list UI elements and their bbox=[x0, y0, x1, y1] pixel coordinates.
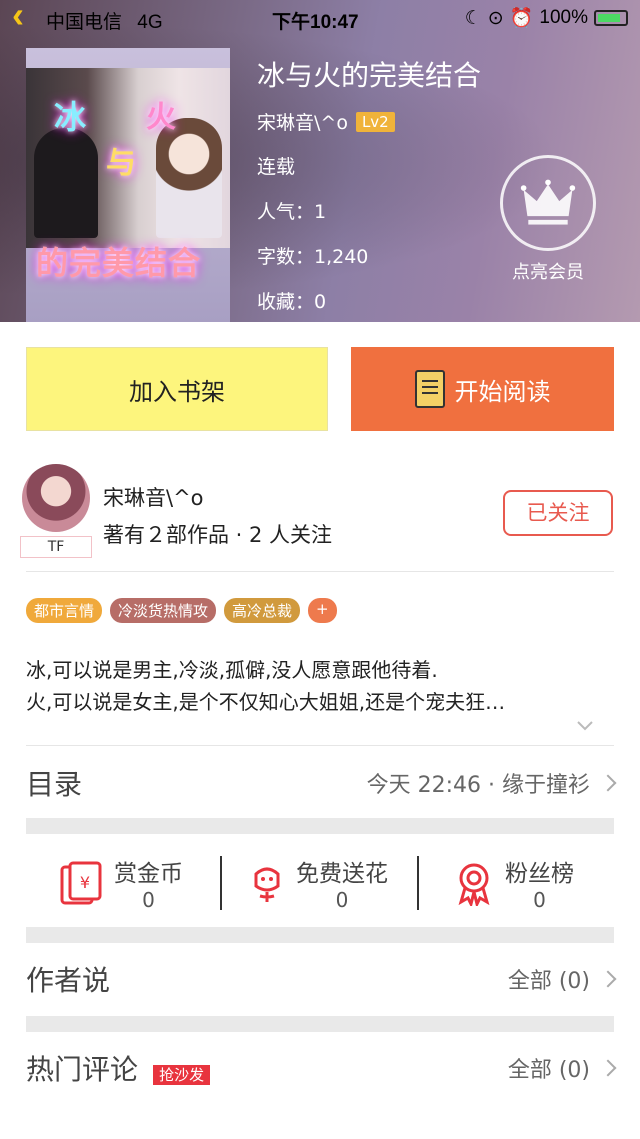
separator bbox=[220, 856, 222, 910]
book-title: 冰与火的完美结合 bbox=[257, 59, 482, 92]
reward-count: 0 bbox=[335, 888, 349, 912]
battery-percent: 100% bbox=[539, 7, 588, 28]
reward-coins[interactable]: ¥ 赏金币 0 bbox=[56, 838, 226, 928]
moon-icon: ☾ bbox=[464, 7, 482, 29]
divider bbox=[26, 571, 614, 572]
serial-status: 连载 bbox=[257, 156, 296, 178]
book-author[interactable]: 宋琳音\^o Lv2 bbox=[257, 108, 395, 135]
flower-icon bbox=[254, 867, 280, 902]
reward-label: 赏金币 bbox=[114, 861, 183, 887]
more-tags-button[interactable]: + bbox=[308, 598, 337, 623]
clock: 下午10:47 bbox=[272, 12, 359, 33]
avatar-badge: TF bbox=[20, 536, 92, 558]
section-separator bbox=[26, 818, 614, 834]
lock-rotation-icon: ⊙ bbox=[487, 7, 504, 29]
reward-label: 粉丝榜 bbox=[505, 861, 574, 887]
author-card[interactable]: TF 宋琳音\^o 著有２部作品 · 2 人关注 已关注 bbox=[0, 462, 640, 570]
red-envelope-icon: ¥ bbox=[60, 861, 102, 905]
reward-count: 0 bbox=[142, 888, 155, 912]
follow-button[interactable]: 已关注 bbox=[503, 490, 613, 536]
catalog-row[interactable]: 目录 今天 22:46 · 缘于撞衫 bbox=[26, 760, 617, 806]
author-stats: 著有２部作品 · 2 人关注 bbox=[103, 523, 333, 547]
cover-figure-left bbox=[34, 128, 98, 238]
section-separator bbox=[26, 1016, 614, 1032]
chevron-right-icon bbox=[599, 774, 617, 792]
author-name: 宋琳音\^o bbox=[257, 112, 348, 134]
chevron-right-icon bbox=[599, 970, 617, 988]
first-comment-badge[interactable]: 抢沙发 bbox=[153, 1065, 211, 1085]
author-says-all: 全部 (0) bbox=[507, 969, 590, 994]
reward-bar: ¥ 赏金币 0 免费送花 0 粉丝榜 0 bbox=[26, 838, 614, 928]
start-reading-button[interactable]: 开始阅读 bbox=[351, 347, 614, 431]
cover-text-2: 火 bbox=[146, 100, 176, 135]
carrier-name: 中国电信 bbox=[46, 12, 123, 33]
author-card-name: 宋琳音\^o bbox=[103, 486, 204, 510]
section-separator bbox=[26, 927, 614, 943]
book-cover[interactable]: 冰 火 与 的完美结合 bbox=[26, 48, 230, 322]
expand-chevron-icon[interactable] bbox=[575, 716, 595, 736]
reward-flowers[interactable]: 免费送花 0 bbox=[244, 838, 419, 928]
word-count: 字数：1,240 bbox=[257, 246, 369, 268]
cover-figure-right bbox=[156, 118, 222, 238]
chevron-right-icon bbox=[599, 1059, 617, 1077]
hot-comments-title: 热门评论 bbox=[26, 1053, 139, 1086]
status-bar: ‹ 中国电信 4G 下午10:47 ☾ ⊙ ⏰ 100% bbox=[0, 0, 640, 36]
start-reading-label: 开始阅读 bbox=[454, 377, 551, 406]
svg-text:¥: ¥ bbox=[80, 873, 90, 892]
reward-label: 免费送花 bbox=[296, 861, 388, 887]
crown-icon bbox=[520, 179, 576, 225]
level-badge: Lv2 bbox=[355, 111, 395, 132]
popularity: 人气：1 bbox=[257, 201, 327, 223]
vip-button[interactable] bbox=[500, 155, 596, 251]
divider bbox=[26, 745, 614, 746]
latest-chapter: 今天 22:46 · 缘于撞衫 bbox=[366, 773, 590, 798]
action-buttons: 加入书架 开始阅读 bbox=[0, 347, 640, 431]
network-type: 4G bbox=[137, 12, 163, 33]
tag-item[interactable]: 高冷总裁 bbox=[224, 598, 301, 623]
vip-label[interactable]: 点亮会员 bbox=[500, 258, 596, 284]
catalog-title: 目录 bbox=[26, 768, 83, 801]
author-says-title: 作者说 bbox=[26, 964, 111, 997]
add-to-shelf-button[interactable]: 加入书架 bbox=[26, 347, 328, 431]
reward-count: 0 bbox=[533, 888, 546, 912]
avatar[interactable] bbox=[22, 464, 90, 532]
tag-item[interactable]: 冷淡货热情攻 bbox=[110, 598, 217, 623]
book-description[interactable]: 冰,可以说是男主,冷淡,孤僻,没人愿意跟他待着. 火,可以说是女主,是个不仅知心… bbox=[26, 654, 616, 718]
cover-text-4: 的完美结合 bbox=[36, 244, 202, 282]
author-says-row[interactable]: 作者说 全部 (0) bbox=[26, 956, 617, 1002]
description-line: 火,可以说是女主,是个不仅知心大姐姐,还是个宠夫狂… bbox=[26, 690, 506, 714]
cover-text-3: 与 bbox=[106, 146, 136, 181]
favorites-count: 收藏：0 bbox=[257, 291, 327, 313]
reward-fan-rank[interactable]: 粉丝榜 0 bbox=[451, 838, 611, 928]
hot-comments-row[interactable]: 热门评论 抢沙发 全部 (0) bbox=[26, 1045, 617, 1091]
alarm-icon: ⏰ bbox=[509, 8, 534, 29]
tag-list: 都市言情 冷淡货热情攻 高冷总裁 + bbox=[26, 598, 337, 623]
hot-comments-all: 全部 (0) bbox=[507, 1058, 590, 1083]
book-icon bbox=[414, 370, 445, 408]
medal-icon bbox=[458, 863, 490, 906]
separator bbox=[417, 856, 419, 910]
battery-icon bbox=[594, 10, 628, 26]
cover-text-1: 冰 bbox=[54, 98, 87, 136]
tag-item[interactable]: 都市言情 bbox=[26, 598, 103, 623]
back-icon[interactable]: ‹ bbox=[12, 0, 24, 36]
description-line: 冰,可以说是男主,冷淡,孤僻,没人愿意跟他待着. bbox=[26, 658, 438, 682]
